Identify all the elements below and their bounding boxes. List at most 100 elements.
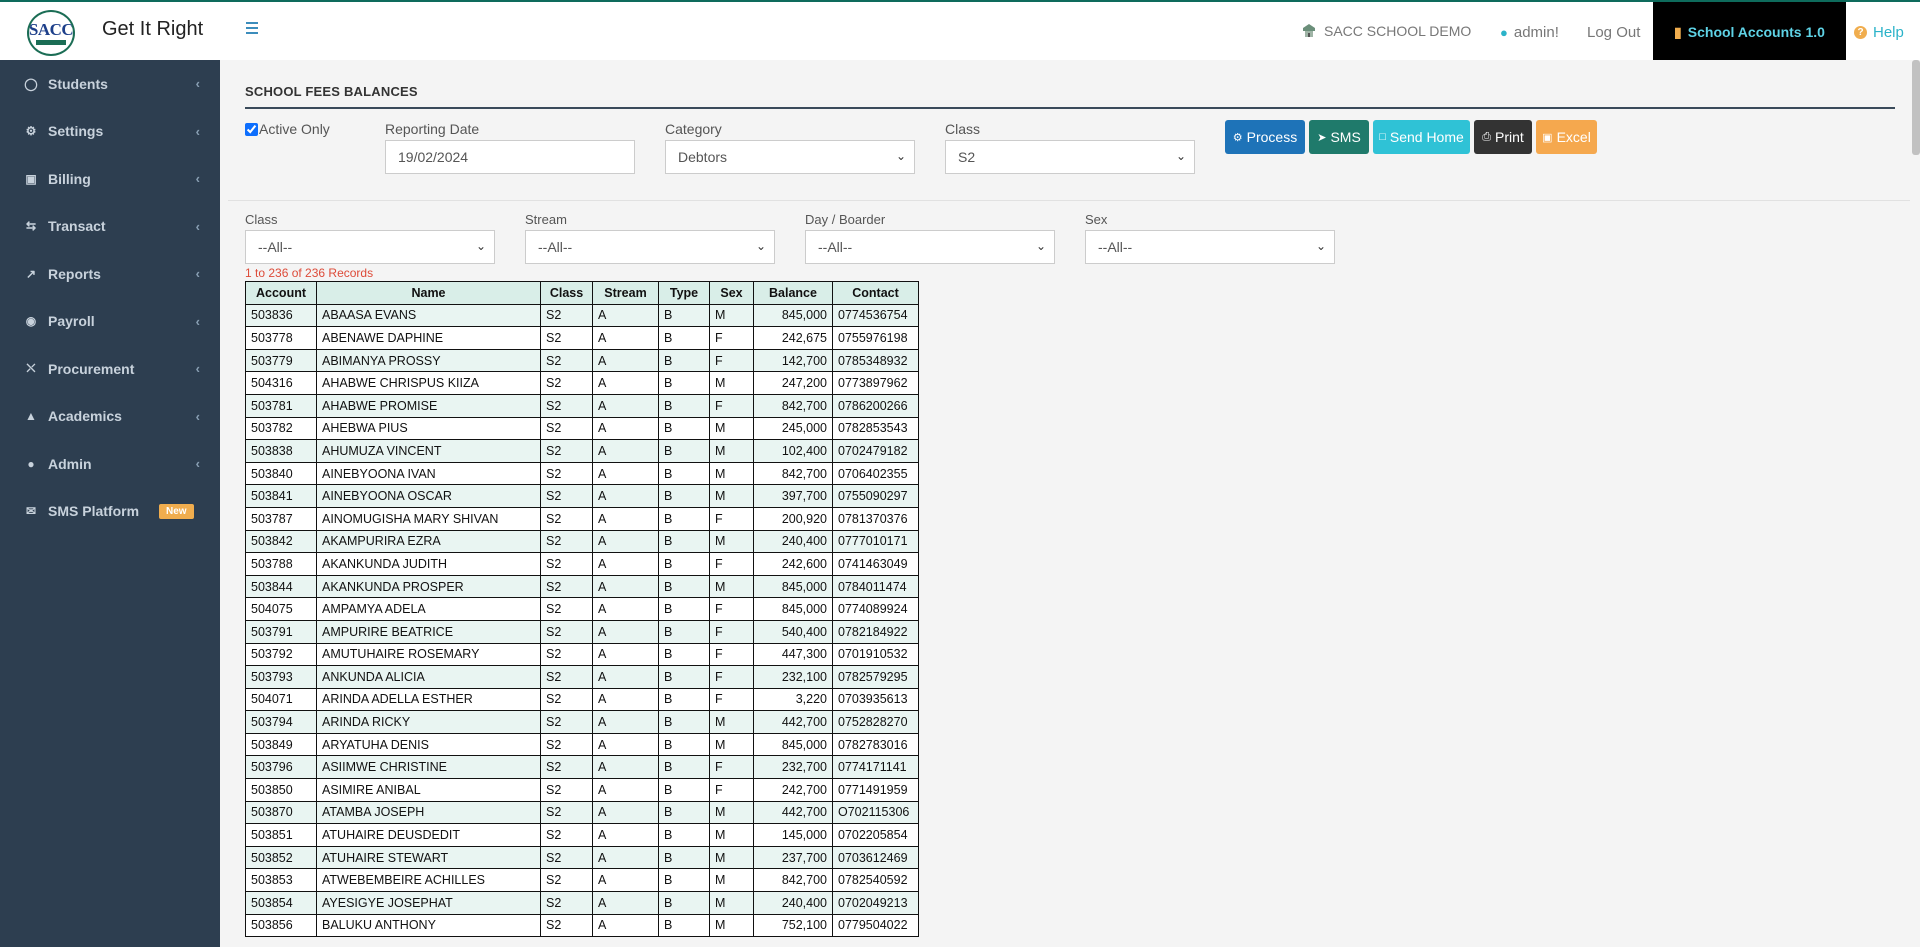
- table-cell: S2: [540, 665, 593, 689]
- send-home-button[interactable]: □ Send Home: [1373, 120, 1470, 154]
- sidebar-item-sms-platform[interactable]: ✉ SMS Platform New: [0, 488, 220, 536]
- column-header[interactable]: Account: [245, 281, 317, 305]
- sidebar-item-billing[interactable]: ▣ Billing ‹: [0, 155, 220, 203]
- table-cell: A: [592, 348, 659, 373]
- line-chart-icon: ↗: [25, 266, 37, 281]
- filter-stream-select[interactable]: --All-- ⌄: [525, 230, 775, 264]
- table-cell: 102,400: [753, 439, 833, 463]
- sidebar-item-reports[interactable]: ↗ Reports ‹: [0, 250, 220, 298]
- class-select[interactable]: S2 ⌄: [945, 140, 1195, 174]
- table-cell: 200,920: [753, 506, 833, 531]
- table-row[interactable]: 503781 AHABWE PROMISE S2 A B F 842,700 07862002…: [245, 393, 919, 418]
- sms-button[interactable]: ➤ SMS: [1309, 120, 1369, 154]
- table-row[interactable]: 503842 AKAMPURIRA EZRA S2 A B M 240,400 0777010…: [245, 529, 919, 554]
- table-cell: S2: [540, 326, 593, 350]
- reporting-date-input[interactable]: 19/02/2024: [385, 140, 635, 174]
- active-only-checkbox[interactable]: Active Only: [245, 121, 330, 137]
- filter-day-boarder-select[interactable]: --All-- ⌄: [805, 230, 1055, 264]
- table-row[interactable]: 503782 AHEBWA PIUS S2 A B M 245,000 0782853543: [245, 416, 919, 441]
- sidebar-item-transact[interactable]: ⇆ Transact ‹: [0, 203, 220, 251]
- sidebar: ◯ Students ‹ ⚙ Settings ‹ ▣ Billing ‹ ⇆ …: [0, 60, 220, 947]
- sidebar-item-label: Procurement: [48, 360, 135, 377]
- table-cell: 0774089924: [832, 597, 919, 621]
- table-cell: 0706402355: [832, 461, 919, 486]
- chevron-left-icon: ‹: [195, 76, 200, 92]
- table-cell: B: [658, 823, 710, 847]
- table-row[interactable]: 503791 AMPURIRE BEATRICE S2 A B F 540,400 07821…: [245, 619, 919, 644]
- table-row[interactable]: 503787 AINOMUGISHA MARY SHIVAN S2 A B F 200,92…: [245, 506, 919, 531]
- table-row[interactable]: 503840 AINEBYOONA IVAN S2 A B M 842,700 0706402…: [245, 461, 919, 486]
- table-cell: 845,000: [753, 574, 833, 599]
- table-row[interactable]: 503838 AHUMUZA VINCENT S2 A B M 102,400 0702479…: [245, 439, 919, 463]
- table-row[interactable]: 503850 ASIMIRE ANIBAL S2 A B F 242,700 07714919…: [245, 778, 919, 802]
- table-row[interactable]: 503852 ATUHAIRE STEWART S2 A B M 237,700 070361…: [245, 845, 919, 870]
- filter-sex-select[interactable]: --All-- ⌄: [1085, 230, 1335, 264]
- table-row[interactable]: 504071 ARINDA ADELLA ESTHER S2 A B F 3,220 0703…: [245, 687, 919, 712]
- table-row[interactable]: 503854 AYESIGYE JOSEPHAT S2 A B M 240,400 07020…: [245, 891, 919, 915]
- category-value: Debtors: [678, 149, 728, 165]
- sidebar-item-admin[interactable]: ● Admin ‹: [0, 440, 220, 488]
- column-header[interactable]: Name: [316, 281, 541, 305]
- table-cell: S2: [540, 778, 593, 802]
- table-row[interactable]: 503788 AKANKUNDA JUDITH S2 A B F 242,600 074146…: [245, 552, 919, 576]
- table-cell: S2: [540, 891, 593, 915]
- table-row[interactable]: 503836 ABAASA EVANS S2 A B M 845,000 0774536754: [245, 303, 919, 328]
- table-row[interactable]: 503851 ATUHAIRE DEUSDEDIT S2 A B M 145,000 0702…: [245, 823, 919, 847]
- active-only-label: Active Only: [259, 121, 330, 137]
- filter-class-select[interactable]: --All-- ⌄: [245, 230, 495, 264]
- table-cell: S2: [540, 506, 593, 531]
- process-button[interactable]: ⚙ Process: [1225, 120, 1305, 154]
- table-row[interactable]: 503793 ANKUNDA ALICIA S2 A B F 232,100 07825792…: [245, 665, 919, 689]
- table-cell: A: [592, 913, 659, 938]
- table-cell: F: [709, 665, 754, 689]
- table-row[interactable]: 503844 AKANKUNDA PROSPER S2 A B M 845,000 07840…: [245, 574, 919, 599]
- user-menu[interactable]: ● admin!: [1500, 24, 1559, 41]
- eye-icon: ◉: [25, 314, 37, 329]
- scrollbar-thumb[interactable]: [1912, 60, 1920, 155]
- table-cell: M: [709, 732, 754, 757]
- column-header[interactable]: Class: [540, 281, 593, 305]
- table-row[interactable]: 504075 AMPAMYA ADELA S2 A B F 845,000 077408992…: [245, 597, 919, 621]
- help-link[interactable]: ? Help: [1854, 24, 1904, 41]
- column-header[interactable]: Sex: [709, 281, 754, 305]
- column-header[interactable]: Type: [658, 281, 710, 305]
- column-header[interactable]: Stream: [592, 281, 659, 305]
- table-row[interactable]: 503849 ARYATUHA DENIS S2 A B M 845,000 07827830…: [245, 732, 919, 757]
- filter-stream-label: Stream: [525, 212, 567, 227]
- table-cell: B: [658, 552, 710, 576]
- column-header[interactable]: Contact: [832, 281, 919, 305]
- sidebar-item-procurement[interactable]: ⛌ Procurement ‹: [0, 345, 220, 393]
- school-accounts-button[interactable]: ▮ School Accounts 1.0: [1653, 2, 1846, 62]
- school-logo[interactable]: SACC: [27, 10, 77, 56]
- active-only-input[interactable]: [245, 122, 258, 136]
- table-cell: ASIIMWE CHRISTINE: [316, 755, 541, 780]
- table-cell: S2: [540, 642, 593, 667]
- table-row[interactable]: 503870 ATAMBA JOSEPH S2 A B M 442,700 O70211530…: [245, 800, 919, 825]
- table-cell: 397,700: [753, 484, 833, 508]
- sidebar-item-academics[interactable]: ▲ Academics ‹: [0, 393, 220, 441]
- table-row[interactable]: 504316 AHABWE CHRISPUS KIIZA S2 A B M 247,200 0…: [245, 371, 919, 395]
- hamburger-menu-icon[interactable]: [242, 19, 262, 39]
- excel-button[interactable]: ▣ Excel: [1536, 120, 1597, 154]
- table-row[interactable]: 503779 ABIMANYA PROSSY S2 A B F 142,700 0785348…: [245, 348, 919, 373]
- category-select[interactable]: Debtors ⌄: [665, 140, 915, 174]
- table-cell: A: [592, 597, 659, 621]
- table-row[interactable]: 503856 BALUKU ANTHONY S2 A B M 752,100 07795040…: [245, 913, 919, 938]
- sidebar-item-payroll[interactable]: ◉ Payroll ‹: [0, 298, 220, 346]
- table-row[interactable]: 503778 ABENAWE DAPHINE S2 A B F 242,675 0755976…: [245, 326, 919, 350]
- chevron-left-icon: ‹: [195, 408, 200, 424]
- table-row[interactable]: 503796 ASIIMWE CHRISTINE S2 A B F 232,700 07741…: [245, 755, 919, 780]
- table-row[interactable]: 503841 AINEBYOONA OSCAR S2 A B M 397,700 075509…: [245, 484, 919, 508]
- table-cell: 845,000: [753, 303, 833, 328]
- sidebar-item-students[interactable]: ◯ Students ‹: [0, 60, 220, 108]
- table-cell: S2: [540, 597, 593, 621]
- table-row[interactable]: 503794 ARINDA RICKY S2 A B M 442,700 0752828270: [245, 710, 919, 734]
- table-row[interactable]: 503792 AMUTUHAIRE ROSEMARY S2 A B F 447,300 070…: [245, 642, 919, 667]
- logout-link[interactable]: Log Out: [1587, 24, 1640, 41]
- sidebar-item-settings[interactable]: ⚙ Settings ‹: [0, 108, 220, 156]
- column-header[interactable]: Balance: [753, 281, 833, 305]
- sidebar-item-label: SMS Platform: [48, 503, 140, 520]
- print-button[interactable]: ⎙ Print: [1474, 120, 1532, 154]
- table-row[interactable]: 503853 ATWEBEMBEIRE ACHILLES S2 A B M 842,700 0…: [245, 868, 919, 893]
- table-cell: 842,700: [753, 868, 833, 893]
